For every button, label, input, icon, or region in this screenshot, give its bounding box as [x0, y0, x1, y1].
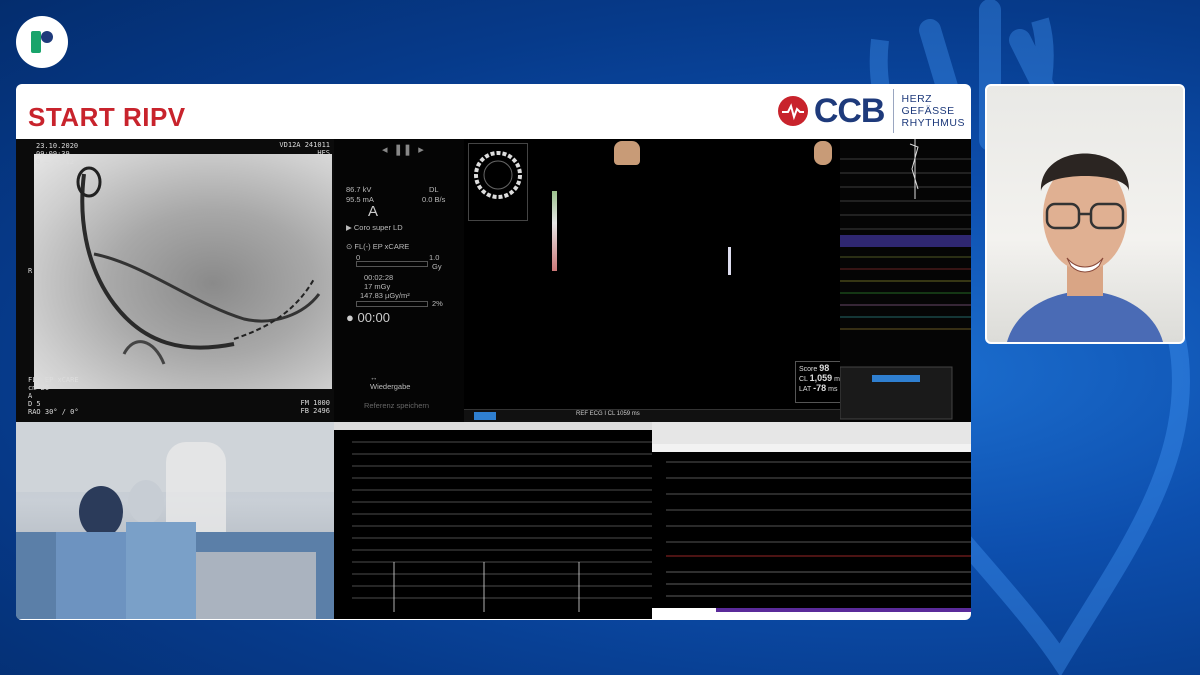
egm-recording-right — [652, 422, 971, 619]
fluoro-text: FM 1000 — [300, 399, 330, 407]
fluoro-datetime: 23.10.2020 09:09:39 0 – 13/12 — [36, 142, 78, 166]
xray-control-panel: ◂ ❚❚ ▸ 86.7 kV DL 95.5 mA 0.0 B/s A ▶ Co… — [334, 139, 464, 422]
egm-recording-left — [334, 422, 652, 619]
operating-room-camera — [16, 422, 334, 619]
catheter-shaft — [552, 191, 557, 271]
cl-value: 1,059 — [809, 373, 833, 383]
fluoroscopy-view: 23.10.2020 09:09:39 0 – 13/12 VD12A 2410… — [16, 139, 334, 422]
lat-label: LAT — [799, 386, 812, 393]
fluoro-text: A — [28, 392, 33, 400]
lat-unit: ms — [828, 386, 838, 393]
catheter-orientation-widget — [468, 143, 528, 221]
fluoroscopy-image — [34, 154, 332, 389]
next-icon[interactable]: ▸ — [418, 144, 424, 156]
map-toolbar-button[interactable] — [474, 412, 496, 420]
fluoro-text: 09:09:39 — [36, 150, 70, 158]
signals-panel — [839, 139, 971, 422]
presentation-card: START RIPV CCB HERZ GEFÄSSE RHYTHMUS 23.… — [16, 84, 971, 620]
replay-label: Wiedergabe — [370, 382, 411, 391]
mode-letter: A — [368, 203, 379, 220]
pause-icon[interactable]: ❚❚ — [394, 144, 412, 156]
brand-name: CCB — [813, 91, 886, 130]
fluoro-text: FB 2496 — [300, 407, 330, 415]
scale-max: 1.0 — [429, 253, 440, 262]
slide-title: START RIPV — [28, 102, 186, 132]
rate-value: 0.0 B/s — [422, 195, 446, 204]
lat-value: -78 — [813, 383, 827, 393]
dose-value: 17 mGy — [364, 282, 391, 291]
fluoro-projection: FL: EP xCARE cm 26 A D 5 RAO 30° / 0° — [28, 376, 79, 416]
fluoro-text: RAO 30° / 0° — [28, 408, 79, 416]
head-orientation-icon[interactable] — [814, 141, 832, 165]
fluoro-text: 0 – 13/12 — [36, 158, 74, 166]
fluoro-text: cm 26 — [28, 384, 50, 392]
mapping-3d-view: Score 98 CL 1,059 ms LAT -78 ms REF ECG … — [464, 139, 848, 422]
protocol-label: ▶ Coro super LD — [346, 223, 403, 232]
score-label: Score — [799, 366, 818, 373]
dl-label: DL — [429, 185, 439, 194]
app-logo[interactable] — [16, 16, 68, 68]
timer-value: 00:00 — [357, 310, 391, 325]
dap-value: 147.83 µGy/m² — [360, 291, 410, 300]
score-value: 98 — [819, 363, 830, 373]
torso-orientation-icon[interactable] — [614, 141, 640, 165]
previous-icon[interactable]: ◂ — [382, 144, 388, 156]
fluoro-text: VD12A 241011 — [279, 141, 330, 149]
speaker-portrait — [1007, 153, 1163, 342]
fluoro-id: VD12A 241011 HFS — [279, 141, 330, 157]
lab-screen: 23.10.2020 09:09:39 0 – 13/12 VD12A 2410… — [16, 139, 971, 619]
fluoro-time: 00:02:28 — [364, 273, 394, 282]
program-label: ⊙ FL(-) EP xCARE — [346, 242, 410, 251]
save-reference-button[interactable]: Referenz speichern — [364, 401, 429, 410]
protocol-text: Coro super LD — [353, 223, 403, 232]
brand-tagline-line: GEFÄSSE — [901, 105, 955, 117]
playback-controls: ◂ ❚❚ ▸ — [382, 143, 424, 156]
replay-button[interactable]: ↔ Wiedergabe — [370, 373, 410, 391]
program-text: FL(-) EP xCARE — [354, 242, 410, 251]
cl-label: CL — [799, 376, 808, 383]
brand-logo: CCB HERZ GEFÄSSE RHYTHMUS — [777, 88, 966, 134]
timer: ● 00:00 — [346, 310, 391, 325]
brand-tagline: HERZ GEFÄSSE RHYTHMUS — [902, 93, 966, 129]
scale-unit: Gy — [432, 262, 442, 271]
heartbeat-icon — [777, 96, 808, 126]
brand-tagline-line: HERZ — [901, 93, 933, 105]
kv-value: 86.7 kV — [346, 185, 372, 194]
catheter-tip — [728, 247, 731, 275]
dose-scale-bar — [356, 261, 428, 267]
fluoro-text: 23.10.2020 — [36, 142, 79, 150]
dap-percent: 2% — [432, 299, 443, 308]
signal-traces — [839, 139, 971, 420]
speaker-video-tile — [985, 84, 1185, 344]
app-logo-icon — [31, 31, 53, 53]
fluoro-frame-info: FM 1000 FB 2496 — [300, 399, 330, 415]
fluoro-side-marker: R — [28, 267, 33, 275]
dap-scale-bar — [356, 301, 428, 307]
fluoro-text: FL: EP xCARE — [28, 376, 79, 384]
map-toolbar: REF ECG I CL 1059 ms — [464, 409, 840, 422]
fluoro-text: D 5 — [28, 400, 41, 408]
brand-tagline-line: RHYTHMUS — [901, 117, 965, 129]
fluoro-text: HFS — [317, 149, 330, 157]
brand-divider — [892, 89, 894, 133]
ref-ecg-text: REF ECG I CL 1059 ms — [576, 411, 640, 417]
